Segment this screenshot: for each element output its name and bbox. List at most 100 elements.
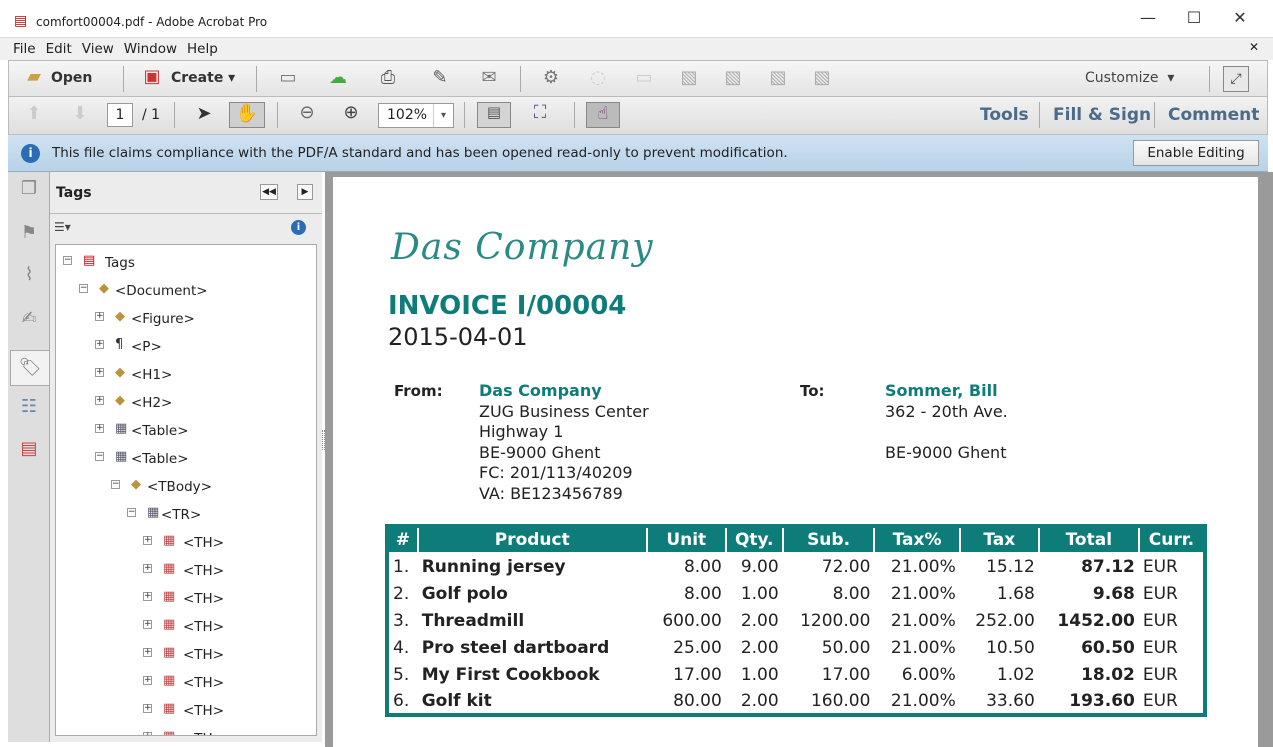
zoom-out-icon[interactable]: ⊖ [294,102,320,123]
table-cell: 50.00 [821,637,871,658]
expand-toggle[interactable]: − [111,480,120,489]
column-header: Qty. [724,526,783,554]
navigation-pane-strip: ❐ ⚑ ⌇ ✍ 🏷 ☷ ▤ [8,172,50,742]
expand-toggle[interactable]: − [127,508,136,517]
table-cell: 17.00 [673,664,722,685]
info-icon[interactable]: i [291,220,306,235]
expand-toggle[interactable]: + [143,704,152,713]
table-cell: 6. [393,690,410,711]
enable-editing-button[interactable]: Enable Editing [1133,140,1259,166]
collapse-panel-button[interactable]: ◀◀ [260,184,278,200]
edit-document-icon[interactable]: ✎ [427,67,453,88]
touch-mode-icon[interactable]: ☝ [586,102,620,128]
table-cell: Golf polo [421,583,508,604]
bookmarks-icon[interactable]: ⚑ [15,222,43,250]
expand-toggle[interactable]: + [143,564,152,573]
next-page-icon[interactable]: ⬇ [67,103,93,124]
create-button[interactable]: Create ▾ [171,70,235,86]
table-cell: 15.12 [986,557,1035,577]
comment-icon[interactable]: ◌ [585,67,611,88]
previous-page-icon[interactable]: ⬆ [21,103,47,124]
expand-toggle[interactable]: − [79,284,88,293]
fit-width-icon[interactable]: ▤ [477,102,511,128]
close-document-button[interactable]: ✕ [1249,40,1259,54]
delete-page-icon[interactable]: ▧ [676,67,702,88]
fill-sign-pane-button[interactable]: Fill & Sign [1053,105,1151,125]
table-cell: 21.00% [890,557,956,577]
expand-toggle[interactable]: + [95,424,104,433]
column-header: Tax% [873,526,960,554]
table-row: 2. Golf polo 8.00 1.00 8.00 21.00% 1.68 9.68 EUR [387,580,1205,607]
attachments-icon[interactable]: ⌇ [15,264,43,292]
expand-toggle[interactable]: + [95,368,104,377]
email-icon[interactable]: ✉ [476,67,502,88]
table-cell: EUR [1142,610,1178,631]
maximize-button[interactable]: ☐ [1174,8,1214,34]
tools-pane-button[interactable]: Tools [980,105,1029,125]
page-thumbnails-icon[interactable]: ❐ [15,178,43,206]
table-icon: ▦ [115,421,128,436]
save-icon[interactable]: ▭ [275,67,301,88]
select-tool-icon[interactable]: ➤ [191,103,217,124]
column-header: Product [416,526,647,554]
expand-toggle[interactable]: + [95,340,104,349]
search-page-icon[interactable]: ▧ [720,67,746,88]
table-cell: 9.00 [740,557,779,577]
expand-toggle[interactable]: + [95,312,104,321]
print-icon[interactable]: ⎙ [375,67,401,88]
menu-file[interactable]: File [8,38,41,60]
menu-help[interactable]: Help [182,38,223,60]
menu-window[interactable]: Window [119,38,182,60]
settings-icon[interactable]: ⚙ [538,67,564,88]
expand-toggle[interactable]: + [95,396,104,405]
expand-toggle[interactable]: + [143,536,152,545]
document-properties-icon[interactable]: ▤ [15,438,43,466]
text-comment-icon[interactable]: ▭ [631,67,657,88]
comment-pane-button[interactable]: Comment [1168,105,1259,125]
table-cell: 33.60 [986,690,1035,711]
expand-panel-button[interactable]: ▶ [297,184,313,200]
expand-toggle[interactable]: − [95,452,104,461]
zoom-in-icon[interactable]: ⊕ [338,102,364,123]
table-cell: 2.00 [740,690,779,711]
form-icon[interactable]: ▧ [809,67,835,88]
tag-label: <TH> [183,675,225,691]
options-menu-icon[interactable]: ☰▾ [54,220,71,234]
close-button[interactable]: ✕ [1220,8,1260,34]
column-header: Sub. [781,526,875,554]
pdf-app-icon: ▤ [14,13,28,29]
expand-toggle[interactable]: + [143,620,152,629]
fit-page-icon[interactable]: ⛶ [527,102,553,123]
expand-toggle[interactable]: + [143,732,152,735]
table-cell: 1.68 [996,583,1035,604]
upload-cloud-icon[interactable]: ☁ [325,67,351,88]
expand-toggle[interactable]: − [63,256,72,265]
tag-icon: ◆ [99,281,109,296]
table-cell: Threadmill [421,610,525,631]
page-number-input[interactable]: 1 [107,103,133,127]
expand-toggle[interactable]: + [143,592,152,601]
cell-icon: ▦ [163,589,176,604]
table-cell: 600.00 [662,610,722,631]
open-button[interactable]: Open [51,70,92,86]
customize-button[interactable]: Customize ▾ [1085,70,1174,86]
tag-label: <TH> [183,703,225,719]
export-icon[interactable]: ▧ [765,67,791,88]
hand-tool-icon[interactable]: ✋ [229,102,265,128]
tag-label: <P> [131,339,162,355]
menu-view[interactable]: View [77,38,119,60]
zoom-select[interactable]: 102% ▾ [378,103,454,128]
fullscreen-icon[interactable]: ⤢ [1223,66,1249,92]
content-icon[interactable]: ☷ [15,396,43,424]
signatures-icon[interactable]: ✍ [15,308,43,336]
tag-label: <H2> [131,395,173,411]
table-cell: 1452.00 [1057,610,1135,631]
menu-edit[interactable]: Edit [41,38,77,60]
minimize-button[interactable]: — [1128,8,1168,34]
expand-toggle[interactable]: + [143,676,152,685]
table-cell: Running jersey [421,557,566,577]
tag-label: <Document> [115,283,208,299]
tags-icon[interactable]: 🏷 [10,350,50,386]
expand-toggle[interactable]: + [143,648,152,657]
cell-icon: ▦ [163,729,175,735]
